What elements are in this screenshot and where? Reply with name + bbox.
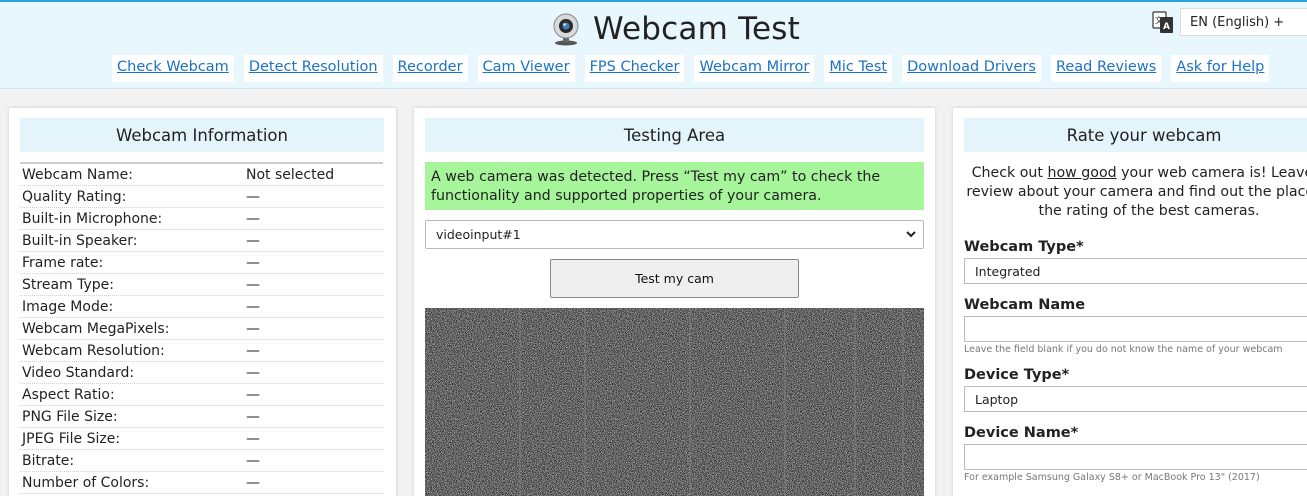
device-name-input[interactable]: [964, 444, 1307, 470]
info-row: PNG File Size: —: [20, 406, 383, 428]
language-select[interactable]: EN (English) +: [1180, 8, 1307, 36]
info-value: —: [246, 342, 260, 359]
info-row: Built-in Microphone: —: [20, 208, 383, 230]
webcam-info-table: Webcam Name: Not selected Quality Rating:…: [20, 162, 383, 494]
svg-text:A: A: [1163, 22, 1170, 32]
info-label: Frame rate:: [22, 254, 104, 271]
nav-download-drivers[interactable]: Download Drivers: [902, 55, 1041, 82]
info-label: Webcam MegaPixels:: [22, 320, 170, 337]
info-value: —: [246, 364, 260, 381]
info-label: Number of Colors:: [22, 474, 150, 491]
webcam-name-label: Webcam Name: [964, 297, 1086, 313]
device-type-select[interactable]: Laptop: [964, 386, 1307, 412]
device-type-label: Device Type*: [964, 367, 1070, 383]
webcam-icon: [553, 13, 579, 46]
info-label: Built-in Speaker:: [22, 232, 138, 249]
test-my-cam-button[interactable]: Test my cam: [550, 259, 799, 298]
nav-ask-for-help[interactable]: Ask for Help: [1171, 55, 1270, 82]
video-static-noise: [425, 308, 924, 496]
nav-fps-checker[interactable]: FPS Checker: [584, 55, 685, 82]
site-header: Webcam Test 文 A EN (English) + Check Web…: [0, 0, 1307, 89]
how-good-link[interactable]: how good: [1047, 165, 1116, 181]
info-value: —: [246, 298, 260, 315]
info-row: Video Standard: —: [20, 362, 383, 384]
nav-cam-viewer[interactable]: Cam Viewer: [477, 55, 575, 82]
info-row: JPEG File Size: —: [20, 428, 383, 450]
info-value: —: [246, 210, 260, 227]
info-value: —: [246, 320, 260, 337]
info-row: Webcam Resolution: —: [20, 340, 383, 362]
language-switcher[interactable]: 文 A EN (English) +: [1152, 8, 1307, 36]
info-row: Built-in Speaker: —: [20, 230, 383, 252]
info-row: Number of Colors: —: [20, 472, 383, 494]
webcam-type-select[interactable]: Integrated: [964, 258, 1307, 284]
info-value: —: [246, 452, 260, 469]
rate-intro-pre: Check out: [971, 165, 1048, 181]
info-row: Stream Type: —: [20, 274, 383, 296]
testing-area-panel: Testing Area A web camera was detected. …: [414, 108, 935, 496]
info-label: Webcam Resolution:: [22, 342, 165, 359]
info-value: —: [246, 386, 260, 403]
info-value: —: [246, 254, 260, 271]
info-row: Frame rate: —: [20, 252, 383, 274]
info-label: Aspect Ratio:: [22, 386, 115, 403]
rate-webcam-title: Rate your webcam: [964, 118, 1307, 152]
info-label: Quality Rating:: [22, 188, 127, 205]
info-label: Video Standard:: [22, 364, 135, 381]
webcam-info-title: Webcam Information: [20, 118, 384, 152]
translate-icon: 文 A: [1152, 11, 1173, 33]
info-row: Aspect Ratio: —: [20, 384, 383, 406]
info-value: —: [246, 276, 260, 293]
testing-area-title: Testing Area: [425, 118, 924, 152]
site-logo[interactable]: Webcam Test: [549, 11, 800, 47]
device-name-label: Device Name*: [964, 425, 1079, 441]
info-label: Built-in Microphone:: [22, 210, 163, 227]
webcam-name-input[interactable]: [964, 316, 1307, 342]
info-row: Webcam Name: Not selected: [20, 164, 383, 186]
info-row: Bitrate: —: [20, 450, 383, 472]
info-value: —: [246, 232, 260, 249]
rate-webcam-panel: Rate your webcam Check out how good your…: [953, 108, 1307, 496]
info-value: —: [246, 188, 260, 205]
camera-device-select[interactable]: videoinput#1: [425, 220, 924, 249]
detection-notice: A web camera was detected. Press “Test m…: [425, 162, 924, 210]
video-preview: [425, 308, 924, 496]
info-label: Webcam Name:: [22, 166, 133, 183]
info-label: JPEG File Size:: [22, 430, 121, 447]
info-label: Image Mode:: [22, 298, 114, 315]
info-value: Not selected: [246, 166, 335, 183]
site-title: Webcam Test: [593, 11, 800, 47]
main-nav: Check Webcam Detect Resolution Recorder …: [112, 55, 1279, 82]
nav-mic-test[interactable]: Mic Test: [824, 55, 893, 82]
info-label: Bitrate:: [22, 452, 75, 469]
info-label: Stream Type:: [22, 276, 114, 293]
nav-read-reviews[interactable]: Read Reviews: [1050, 55, 1162, 82]
rate-intro-text: Check out how good your web camera is! L…: [964, 164, 1307, 221]
webcam-type-label: Webcam Type*: [964, 239, 1084, 255]
nav-recorder[interactable]: Recorder: [392, 55, 468, 82]
svg-text:文: 文: [1155, 15, 1163, 25]
device-name-hint: For example Samsung Galaxy S8+ or MacBoo…: [964, 472, 1260, 483]
info-row: Webcam MegaPixels: —: [20, 318, 383, 340]
info-row: Quality Rating: —: [20, 186, 383, 208]
nav-detect-resolution[interactable]: Detect Resolution: [243, 55, 383, 82]
nav-check-webcam[interactable]: Check Webcam: [112, 55, 234, 82]
info-value: —: [246, 430, 260, 447]
info-value: —: [246, 474, 260, 491]
camera-device-value: videoinput#1: [436, 227, 521, 242]
info-value: —: [246, 408, 260, 425]
webcam-name-hint: Leave the field blank if you do not know…: [964, 344, 1283, 355]
chevron-down-icon: [906, 231, 916, 238]
info-label: PNG File Size:: [22, 408, 118, 425]
webcam-info-panel: Webcam Information Webcam Name: Not selec…: [9, 108, 396, 496]
info-row: Image Mode: —: [20, 296, 383, 318]
nav-webcam-mirror[interactable]: Webcam Mirror: [694, 55, 815, 82]
